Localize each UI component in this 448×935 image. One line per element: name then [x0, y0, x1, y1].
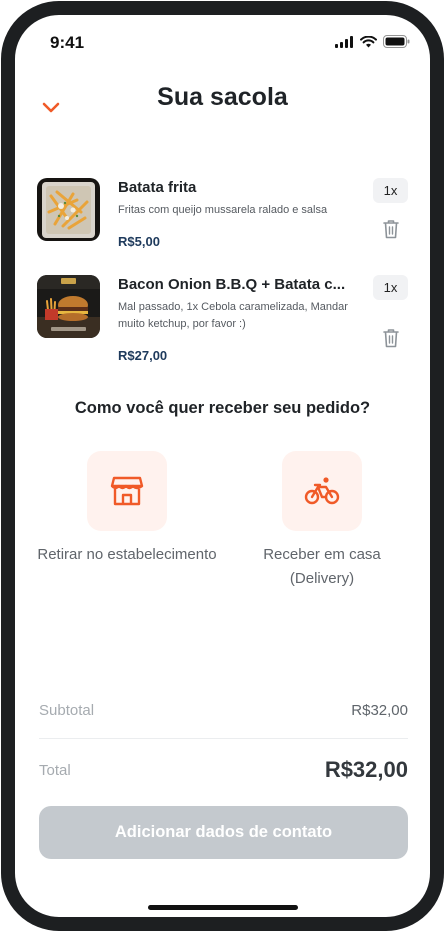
item-name: Batata frita — [118, 179, 197, 196]
trash-icon[interactable] — [381, 327, 401, 349]
item-price: R$5,00 — [118, 234, 160, 249]
item-name: Bacon Onion B.B.Q + Batata c... — [118, 276, 346, 293]
item-description: Mal passado, 1x Cebola caramelizada, Man… — [118, 301, 348, 330]
cart-item-2[interactable]: Bacon Onion B.B.Q + Batata c... Mal pass… — [37, 275, 408, 365]
store-icon — [110, 476, 144, 506]
cart-item-1[interactable]: Batata frita Fritas com queijo mussarela… — [37, 178, 408, 249]
page-title: Sua sacola — [157, 83, 288, 111]
option-pickup[interactable]: Retirar no estabelecimento — [37, 451, 217, 567]
option-pickup-box[interactable] — [87, 451, 167, 531]
quantity-badge[interactable]: 1x — [373, 275, 408, 300]
item-image-fries — [37, 178, 100, 241]
screen: 9:41 Sua sacola Batata frita Fritas com … — [15, 15, 430, 917]
home-indicator — [148, 905, 298, 910]
trash-icon[interactable] — [381, 218, 401, 240]
delivery-question: Como você quer receber seu pedido? — [74, 399, 371, 417]
total-row: Total R$32,00 — [39, 757, 408, 787]
quantity-badge[interactable]: 1x — [373, 178, 408, 203]
bike-icon — [304, 477, 340, 505]
status-icons — [335, 35, 410, 48]
item-price: R$27,00 — [118, 348, 168, 363]
totals-divider — [39, 738, 408, 739]
option-label: Retirar no estabelecimento — [37, 546, 217, 563]
status-time: 9:41 — [50, 33, 85, 52]
option-delivery-box[interactable] — [282, 451, 362, 531]
total-label: Total — [39, 762, 71, 779]
signal-icon — [335, 35, 353, 48]
subtotal-row: Subtotal R$32,00 — [39, 702, 408, 722]
item-image-burger — [37, 275, 100, 338]
subtotal-label: Subtotal — [39, 702, 95, 719]
total-value: R$32,00 — [324, 757, 408, 782]
subtotal-value: R$32,00 — [351, 702, 408, 719]
option-label: Receber em casa (Delivery) — [263, 546, 381, 587]
battery-icon — [383, 35, 410, 48]
add-contact-button[interactable]: Adicionar dados de contato — [39, 806, 408, 859]
wifi-icon — [360, 35, 377, 47]
phone-frame: 9:41 Sua sacola Batata frita Fritas com … — [1, 1, 444, 931]
item-description: Fritas com queijo mussarela ralado e sal… — [118, 204, 328, 216]
option-delivery[interactable]: Receber em casa (Delivery) — [232, 451, 412, 591]
